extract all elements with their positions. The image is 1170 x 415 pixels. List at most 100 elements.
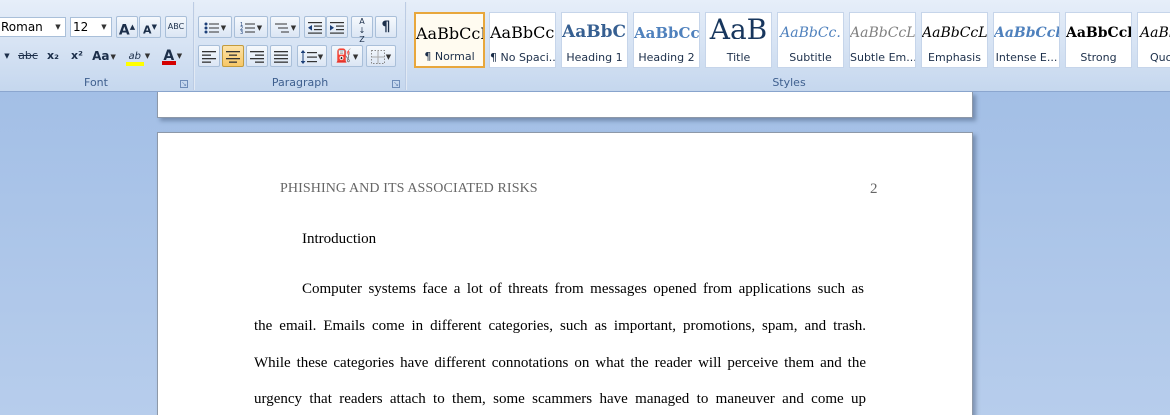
font-dialog-launcher[interactable]: ↘ bbox=[180, 80, 188, 88]
align-left-icon bbox=[202, 50, 216, 63]
body-text-line[interactable]: urgency that readers attach to them, som… bbox=[254, 391, 866, 408]
highlight-color-bar bbox=[125, 62, 144, 66]
numbering-button[interactable]: 123 ▼ bbox=[234, 16, 268, 38]
style-sample: AaBbCc bbox=[634, 24, 699, 42]
font-name-combo[interactable]: Roman ▼ bbox=[0, 17, 66, 37]
font-group: Roman ▼ 12 ▼ A▲ A▼ ABC ▼ abc x₂ x² Aa▼ a… bbox=[0, 0, 192, 92]
body-text-line[interactable]: Computer systems face a lot of threats f… bbox=[302, 281, 864, 298]
chevron-down-icon: ▼ bbox=[4, 52, 10, 60]
ribbon: Roman ▼ 12 ▼ A▲ A▼ ABC ▼ abc x₂ x² Aa▼ a… bbox=[0, 0, 1170, 92]
line-spacing-icon bbox=[300, 49, 317, 64]
align-right-button[interactable] bbox=[246, 45, 268, 67]
previous-page-bottom[interactable] bbox=[157, 92, 973, 118]
increase-indent-button[interactable] bbox=[326, 16, 348, 38]
multilevel-list-button[interactable]: ▼ bbox=[270, 16, 300, 38]
styles-gallery: AaBbCcI ¶ Normal AaBbCcI ¶ No Spaci... A… bbox=[411, 12, 1170, 68]
align-center-button[interactable] bbox=[222, 45, 244, 67]
decrease-indent-button[interactable] bbox=[304, 16, 326, 38]
bullets-icon bbox=[204, 22, 219, 33]
style-no-spacing[interactable]: AaBbCcI ¶ No Spaci... bbox=[489, 12, 556, 68]
align-left-button[interactable] bbox=[198, 45, 220, 67]
running-head[interactable]: PHISHING AND ITS ASSOCIATED RISKS bbox=[280, 181, 538, 197]
style-heading-1[interactable]: AaBbC( Heading 1 bbox=[561, 12, 628, 68]
justify-button[interactable] bbox=[270, 45, 292, 67]
paragraph-dialog-launcher[interactable]: ↘ bbox=[392, 80, 400, 88]
strikethrough-button[interactable]: abc bbox=[16, 45, 40, 67]
grow-font-button[interactable]: A▲ bbox=[116, 16, 138, 39]
clear-formatting-button[interactable]: ABC bbox=[165, 16, 187, 38]
sort-icon: A↓Z bbox=[358, 17, 366, 44]
body-text-line[interactable]: While these categories have different co… bbox=[254, 355, 866, 372]
paragraph-group-label: Paragraph bbox=[271, 76, 329, 89]
paint-bucket-icon: ⛽ bbox=[335, 49, 352, 64]
style-subtle-emphasis[interactable]: AaBbCcL Subtle Em... bbox=[849, 12, 916, 68]
group-separator bbox=[405, 2, 407, 90]
style-name: Heading 1 bbox=[566, 51, 623, 64]
line-spacing-button[interactable]: ▼ bbox=[297, 45, 327, 67]
style-name: Quo bbox=[1150, 51, 1170, 64]
style-quote[interactable]: AaBl Quo bbox=[1137, 12, 1170, 68]
shading-button[interactable]: ⛽▼ bbox=[331, 45, 363, 67]
font-color-bar bbox=[161, 61, 176, 65]
pilcrow-icon: ¶ bbox=[381, 19, 391, 35]
chevron-down-icon: ▼ bbox=[55, 23, 61, 31]
style-sample: AaBbCcI bbox=[416, 24, 483, 43]
style-name: Title bbox=[726, 51, 751, 64]
sort-button[interactable]: A↓Z bbox=[351, 16, 373, 44]
text-highlight-button[interactable]: ab ▼ bbox=[121, 45, 155, 67]
style-emphasis[interactable]: AaBbCcL Emphasis bbox=[921, 12, 988, 68]
paragraph-group: ▼ 123 ▼ ▼ A↓Z ¶ ▼ ⛽▼ ▼ Paragraph ↘ bbox=[196, 0, 404, 92]
style-sample: AaBbCcl bbox=[1066, 25, 1131, 41]
chevron-down-icon: ▼ bbox=[144, 52, 151, 60]
style-heading-2[interactable]: AaBbCc Heading 2 bbox=[633, 12, 700, 68]
font-color-button[interactable]: A ▼ bbox=[157, 45, 187, 67]
chevron-down-icon: ▼ bbox=[317, 52, 324, 61]
group-separator bbox=[193, 2, 195, 90]
styles-group-label: Styles bbox=[772, 76, 806, 89]
chevron-down-icon: ▼ bbox=[290, 23, 297, 32]
eraser-icon: ABC bbox=[167, 22, 185, 31]
font-color-icon: A bbox=[161, 48, 176, 65]
more-options-chevron[interactable]: ▼ bbox=[0, 45, 14, 67]
style-sample: AaBbCcl bbox=[994, 25, 1059, 41]
font-group-label: Font bbox=[84, 76, 108, 89]
shrink-font-button[interactable]: A▼ bbox=[139, 16, 161, 38]
style-name: ¶ Normal bbox=[424, 50, 475, 63]
bullets-button[interactable]: ▼ bbox=[198, 16, 232, 38]
borders-icon bbox=[370, 49, 385, 64]
style-subtitle[interactable]: AaBbCc. Subtitle bbox=[777, 12, 844, 68]
style-normal[interactable]: AaBbCcI ¶ Normal bbox=[414, 12, 485, 68]
style-sample: AaBbC( bbox=[562, 22, 627, 42]
style-sample: AaBl bbox=[1140, 25, 1170, 41]
borders-button[interactable]: ▼ bbox=[366, 45, 396, 67]
change-case-button[interactable]: Aa▼ bbox=[89, 45, 119, 67]
justify-icon bbox=[274, 50, 288, 63]
align-center-icon bbox=[226, 50, 240, 63]
numbering-icon: 123 bbox=[240, 22, 255, 36]
font-size-combo[interactable]: 12 ▼ bbox=[70, 17, 112, 37]
body-text-line[interactable]: the email. Emails come in different cate… bbox=[254, 318, 866, 335]
document-page[interactable]: PHISHING AND ITS ASSOCIATED RISKS 2 Intr… bbox=[157, 132, 973, 415]
multilevel-list-icon bbox=[274, 23, 289, 32]
style-intense-emphasis[interactable]: AaBbCcl Intense E... bbox=[993, 12, 1060, 68]
style-title[interactable]: AaB Title bbox=[705, 12, 772, 68]
page-number[interactable]: 2 bbox=[870, 181, 878, 198]
highlighter-icon: ab bbox=[125, 46, 144, 67]
svg-text:3: 3 bbox=[240, 30, 243, 35]
chevron-down-icon: ▼ bbox=[101, 23, 107, 31]
chevron-down-icon: ▼ bbox=[256, 23, 263, 32]
chevron-down-icon: ▼ bbox=[220, 23, 227, 32]
increase-indent-icon bbox=[330, 21, 344, 34]
style-name: Intense E... bbox=[995, 51, 1058, 64]
chevron-down-icon: ▼ bbox=[110, 52, 116, 61]
style-sample: AaBbCcI bbox=[490, 23, 555, 42]
section-heading[interactable]: Introduction bbox=[302, 231, 376, 248]
font-name-value: Roman bbox=[1, 20, 43, 34]
show-hide-marks-button[interactable]: ¶ bbox=[375, 16, 397, 38]
subscript-button[interactable]: x₂ bbox=[42, 45, 64, 67]
style-strong[interactable]: AaBbCcl Strong bbox=[1065, 12, 1132, 68]
superscript-button[interactable]: x² bbox=[66, 45, 88, 67]
document-area[interactable]: PHISHING AND ITS ASSOCIATED RISKS 2 Intr… bbox=[0, 92, 1170, 415]
style-sample: AaB bbox=[709, 13, 768, 39]
style-name: Strong bbox=[1080, 51, 1117, 64]
